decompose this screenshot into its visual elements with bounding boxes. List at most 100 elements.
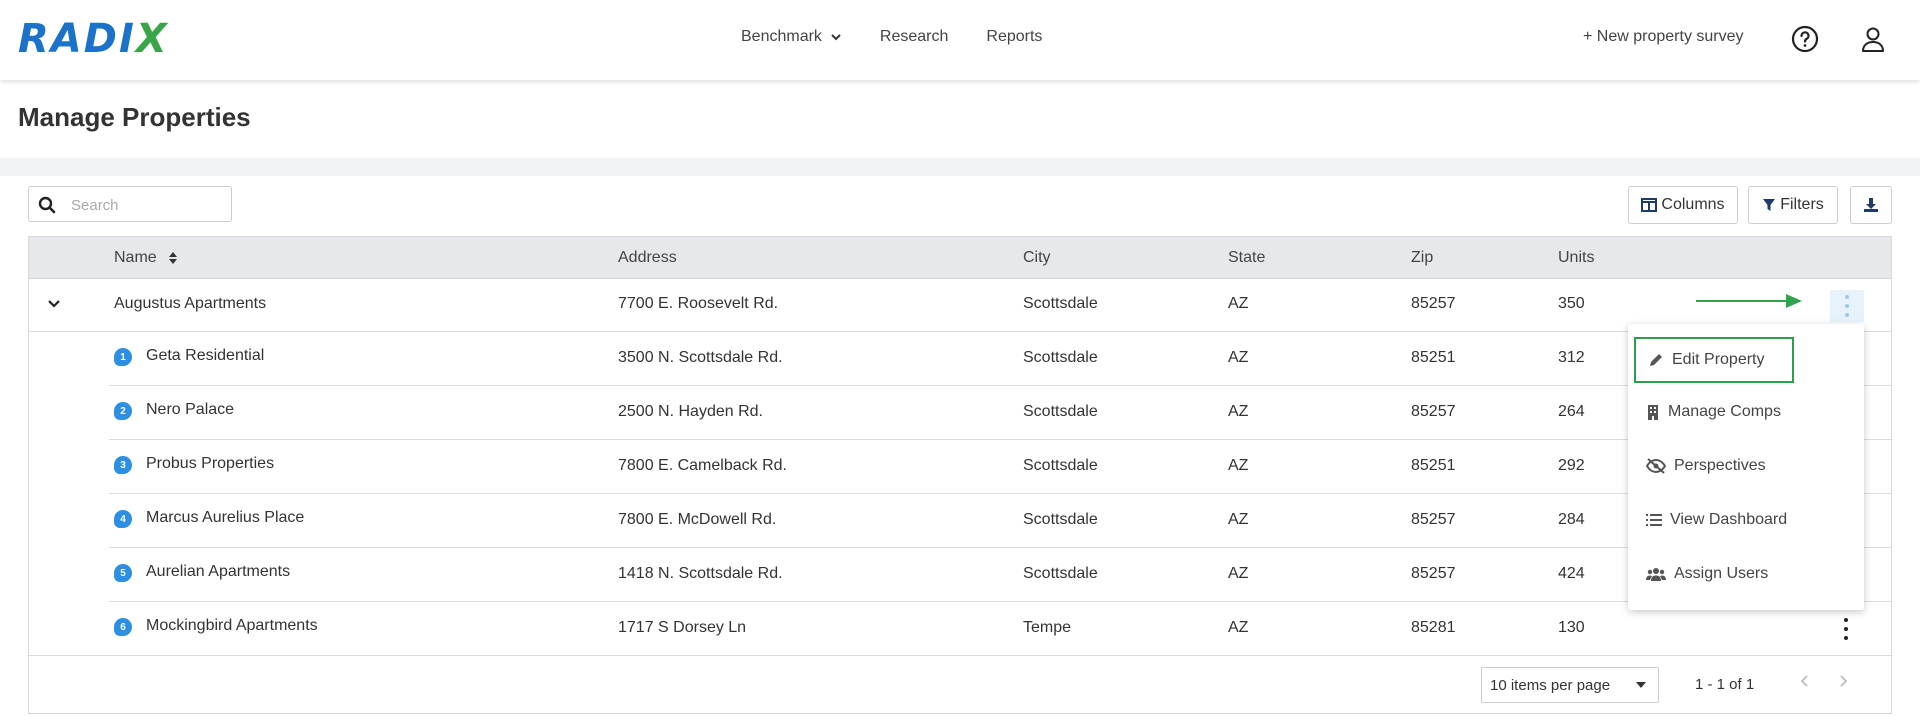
download-button[interactable] xyxy=(1850,186,1892,224)
comp-badge: 2 xyxy=(114,402,132,420)
cell-units: 284 xyxy=(1558,511,1585,528)
cell-name[interactable]: Probus Properties xyxy=(146,455,274,473)
cell-city: Scottsdale xyxy=(1023,565,1098,582)
cell-units: 312 xyxy=(1558,349,1585,366)
cell-address: 1418 N. Scottsdale Rd. xyxy=(618,565,783,582)
columns-button[interactable]: Columns xyxy=(1628,186,1738,224)
cell-name[interactable]: Aurelian Apartments xyxy=(146,563,290,581)
comp-badge: 3 xyxy=(114,456,132,474)
help-circle-icon[interactable] xyxy=(1790,24,1820,54)
annotation-arrow-icon xyxy=(1696,294,1802,308)
top-navbar: RADIX Benchmark Research Reports + New p… xyxy=(0,0,1920,80)
menu-item-manage-comps[interactable]: Manage Comps xyxy=(1634,392,1852,432)
menu-label: View Dashboard xyxy=(1670,511,1788,528)
row-actions-kebab-icon[interactable] xyxy=(1843,618,1849,640)
column-header-address[interactable]: Address xyxy=(618,249,677,267)
download-icon xyxy=(1864,198,1878,212)
nav-benchmark[interactable]: Benchmark xyxy=(741,28,842,46)
menu-item-edit-property[interactable]: Edit Property xyxy=(1634,337,1794,383)
chevron-right-icon[interactable] xyxy=(1837,674,1849,688)
nav-reports[interactable]: Reports xyxy=(986,28,1042,46)
menu-label: Manage Comps xyxy=(1668,403,1781,420)
table-row[interactable]: 2 Nero Palace 2500 N. Hayden Rd. Scottsd… xyxy=(29,386,1891,440)
chevron-left-icon[interactable] xyxy=(1799,674,1811,688)
cell-name[interactable]: Marcus Aurelius Place xyxy=(146,509,304,527)
menu-label: Perspectives xyxy=(1674,457,1766,474)
row-actions-menu: Edit Property Manage Comps Perspectives … xyxy=(1628,324,1864,610)
cell-state: AZ xyxy=(1228,565,1249,582)
cell-zip: 85257 xyxy=(1411,403,1456,420)
cell-city: Scottsdale xyxy=(1023,457,1098,474)
cell-state: AZ xyxy=(1228,349,1249,366)
cell-name[interactable]: Geta Residential xyxy=(146,347,264,365)
filters-button[interactable]: Filters xyxy=(1748,186,1838,224)
logo-x: X xyxy=(135,16,169,62)
cell-name[interactable]: Augustus Apartments xyxy=(114,295,266,313)
table-row[interactable]: 4 Marcus Aurelius Place 7800 E. McDowell… xyxy=(29,494,1891,548)
properties-table: Name Address City State Zip Units August… xyxy=(28,236,1892,714)
page-info: 1 - 1 of 1 xyxy=(1695,676,1755,693)
comp-badge: 6 xyxy=(114,618,132,636)
column-header-city[interactable]: City xyxy=(1023,249,1051,267)
cell-address: 7800 E. McDowell Rd. xyxy=(618,511,777,528)
cell-name[interactable]: Mockingbird Apartments xyxy=(146,617,318,635)
cell-zip: 85251 xyxy=(1411,457,1456,474)
table-row[interactable]: 3 Probus Properties 7800 E. Camelback Rd… xyxy=(29,440,1891,494)
main-nav: Benchmark Research Reports xyxy=(741,28,1080,46)
comp-badge: 4 xyxy=(114,510,132,528)
cell-address: 2500 N. Hayden Rd. xyxy=(618,403,763,420)
section-divider xyxy=(0,158,1920,176)
chevron-down-icon xyxy=(831,34,841,41)
items-per-page-select[interactable]: 10 items per page xyxy=(1481,667,1659,703)
cell-state: AZ xyxy=(1228,457,1249,474)
menu-item-perspectives[interactable]: Perspectives xyxy=(1634,446,1852,486)
cell-address: 7800 E. Camelback Rd. xyxy=(618,457,787,474)
comp-badge: 5 xyxy=(114,564,132,582)
cell-name[interactable]: Nero Palace xyxy=(146,401,234,419)
table-row[interactable]: 1 Geta Residential 3500 N. Scottsdale Rd… xyxy=(29,332,1891,386)
menu-item-view-dashboard[interactable]: View Dashboard xyxy=(1634,500,1852,540)
cell-zip: 85281 xyxy=(1411,619,1456,636)
table-row-parent[interactable]: Augustus Apartments 7700 E. Roosevelt Rd… xyxy=(29,278,1891,332)
nav-reports-label: Reports xyxy=(986,28,1043,45)
column-header-name[interactable]: Name xyxy=(114,249,178,267)
logo-text: RADI xyxy=(18,16,136,62)
items-per-page-value: 10 items per page xyxy=(1490,676,1611,694)
new-property-survey-link[interactable]: + New property survey xyxy=(1583,28,1744,46)
eye-slash-icon xyxy=(1646,458,1666,474)
radix-logo[interactable]: RADIX xyxy=(18,18,169,60)
row-actions-button-active[interactable] xyxy=(1830,290,1864,322)
cell-city: Scottsdale xyxy=(1023,295,1098,312)
columns-label: Columns xyxy=(1661,196,1725,213)
page-header: Manage Properties xyxy=(0,80,1920,158)
user-icon[interactable] xyxy=(1858,24,1888,54)
column-header-units[interactable]: Units xyxy=(1558,249,1594,267)
column-header-zip[interactable]: Zip xyxy=(1411,249,1433,267)
list-icon xyxy=(1646,514,1662,526)
table-row[interactable]: 5 Aurelian Apartments 1418 N. Scottsdale… xyxy=(29,548,1891,602)
table-row[interactable]: 6 Mockingbird Apartments 1717 S Dorsey L… xyxy=(29,602,1891,656)
search-input[interactable] xyxy=(69,193,223,217)
cell-address: 1717 S Dorsey Ln xyxy=(618,619,747,636)
cell-units: 292 xyxy=(1558,457,1585,474)
cell-address: 7700 E. Roosevelt Rd. xyxy=(618,295,779,312)
column-header-state[interactable]: State xyxy=(1228,249,1265,267)
sort-icon xyxy=(169,251,178,264)
cell-zip: 85257 xyxy=(1411,295,1456,312)
cell-units: 264 xyxy=(1558,403,1585,420)
table-header: Name Address City State Zip Units xyxy=(29,237,1891,279)
caret-down-icon xyxy=(1636,682,1646,688)
menu-item-assign-users[interactable]: Assign Users xyxy=(1634,554,1852,594)
chevron-down-icon[interactable] xyxy=(47,296,61,310)
nav-research[interactable]: Research xyxy=(880,28,948,46)
filters-label: Filters xyxy=(1780,196,1824,213)
users-icon xyxy=(1646,568,1666,581)
menu-label: Edit Property xyxy=(1672,351,1765,368)
cell-city: Scottsdale xyxy=(1023,403,1098,420)
cell-state: AZ xyxy=(1228,295,1249,312)
search-box xyxy=(28,186,232,222)
comp-badge: 1 xyxy=(114,348,132,366)
cell-zip: 85257 xyxy=(1411,565,1456,582)
filter-icon xyxy=(1763,199,1776,211)
cell-zip: 85257 xyxy=(1411,511,1456,528)
